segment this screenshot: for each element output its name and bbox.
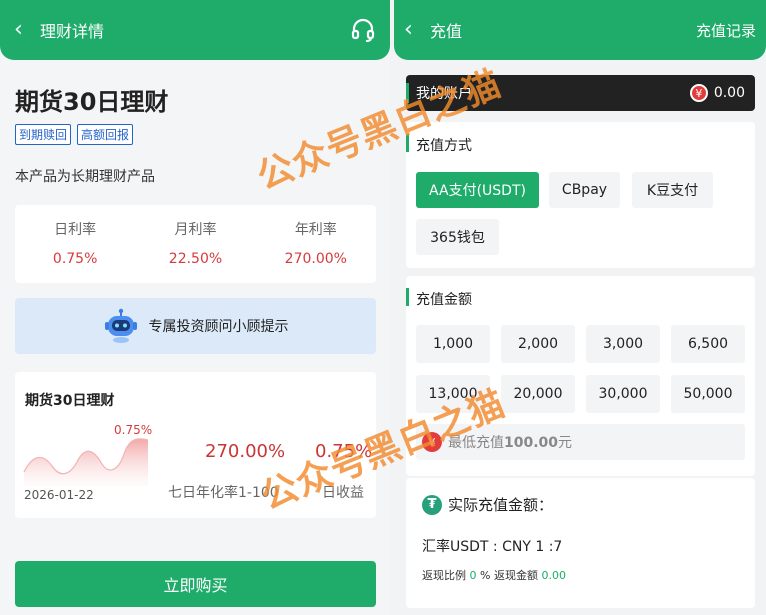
rebate-info: 返现比例 0 % 返现金额 0.00: [422, 569, 566, 582]
section-accent: [406, 288, 409, 306]
recharge-history-link[interactable]: 充值记录: [696, 20, 756, 41]
product-nav-bar: ‹ 理财详情: [0, 0, 390, 60]
amount-option[interactable]: 50,000: [671, 375, 745, 413]
amount-option[interactable]: 3,000: [586, 325, 660, 363]
recharge-nav-bar: ‹ 充值 充值记录: [394, 0, 766, 60]
monthly-rate: 月利率 22.50%: [135, 205, 255, 283]
amount-option[interactable]: 20,000: [501, 375, 575, 413]
sparkline-percent: 0.75%: [114, 423, 153, 437]
card-title: 期货30日理财: [25, 393, 115, 409]
annual-rate: 年利率 270.00%: [256, 205, 376, 283]
nav-title: 充值: [430, 22, 463, 41]
payment-method-365-wallet[interactable]: 365钱包: [416, 219, 499, 255]
product-title: 期货30日理财: [15, 88, 169, 116]
customer-service-headset-icon[interactable]: [350, 17, 376, 43]
rate-label: 日利率: [54, 222, 97, 238]
section-title: 充值方式: [416, 138, 472, 154]
account-balance: 0.00: [713, 85, 745, 101]
payment-method-section: 充值方式 AA支付(USDT) CBpay K豆支付 365钱包: [406, 122, 755, 268]
amount-option[interactable]: 1,000: [416, 325, 490, 363]
payment-method-cbpay[interactable]: CBpay: [549, 172, 620, 208]
rates-panel: 日利率 0.75% 月利率 22.50% 年利率 270.00%: [15, 205, 376, 283]
product-tags: 到期赎回 高额回报: [15, 124, 134, 145]
amount-option[interactable]: 30,000: [586, 375, 660, 413]
tether-usdt-icon: ₮: [422, 494, 442, 515]
product-detail-screen: ‹ 理财详情 期货30日理财 到期赎回 高额回报 本产品为长期理财产品 日利率 …: [0, 0, 390, 615]
tag-maturity-redeem: 到期赎回: [15, 124, 72, 145]
actual-amount-label: 实际充值金额：: [448, 496, 554, 514]
actual-amount-row: ₮ 实际充值金额：: [422, 494, 553, 515]
robot-advisor-icon: [104, 308, 137, 343]
exchange-rate: 汇率USDT : CNY 1 :7: [422, 539, 563, 555]
rate-value: 270.00%: [284, 251, 347, 267]
rate-label: 年利率: [294, 222, 337, 238]
yuan-coin-icon: ¥: [689, 84, 708, 102]
payment-method-kdou[interactable]: K豆支付: [632, 172, 713, 208]
nav-title: 理财详情: [40, 22, 105, 41]
amount-option[interactable]: 2,000: [501, 325, 575, 363]
daily-rate: 日利率 0.75%: [15, 205, 135, 283]
amount-option[interactable]: 6,500: [671, 325, 745, 363]
rate-label: 月利率: [174, 222, 217, 238]
back-arrow-icon[interactable]: ‹: [14, 19, 40, 41]
date-label: 2026-01-22: [24, 488, 94, 502]
product-description: 本产品为长期理财产品: [15, 169, 155, 185]
back-arrow-icon[interactable]: ‹: [404, 19, 430, 41]
screenshot: ‹ 理财详情 期货30日理财 到期赎回 高额回报 本产品为长期理财产品 日利率 …: [0, 0, 766, 615]
advisor-text: 专属投资顾问小顾提示: [148, 319, 289, 335]
advisor-banner[interactable]: 专属投资顾问小顾提示: [15, 298, 376, 354]
buy-now-button[interactable]: 立即购买: [15, 561, 376, 607]
tag-high-return: 高额回报: [77, 124, 134, 145]
payment-method-aa-usdt[interactable]: AA支付(USDT): [416, 172, 539, 208]
section-title: 充值金额: [416, 292, 472, 308]
rate-value: 22.50%: [168, 251, 223, 267]
seven-day-yield-value: 270.00%: [205, 441, 286, 462]
rate-value: 0.75%: [52, 251, 98, 267]
